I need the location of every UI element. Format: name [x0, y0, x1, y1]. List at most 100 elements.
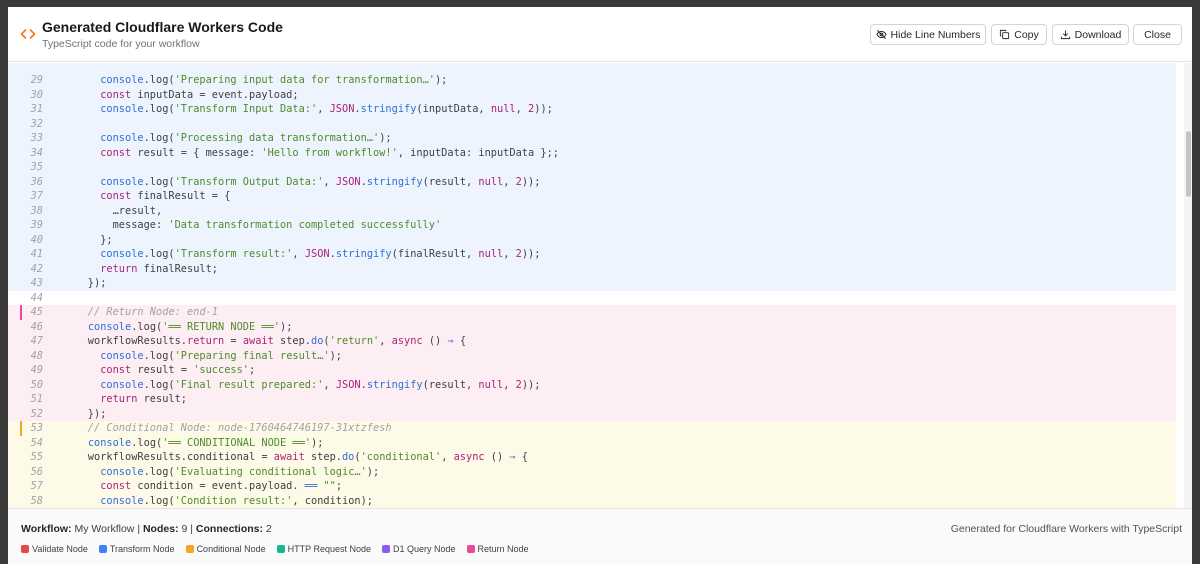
code-line: 29 console.log('Preparing input data for…: [8, 73, 1176, 88]
modal-header: Generated Cloudflare Workers Code TypeSc…: [8, 7, 1192, 62]
line-number: 46: [30, 320, 43, 333]
hide-line-numbers-label: Hide Line Numbers: [890, 28, 981, 41]
code-line: 33 console.log('Processing data transfor…: [8, 131, 1176, 146]
code-text: message: 'Data transformation completed …: [63, 219, 442, 231]
code-line: 40 };: [8, 232, 1176, 247]
legend-item: D1 Query Node: [381, 544, 456, 554]
line-number: 47: [30, 335, 43, 347]
code-line: 32: [8, 116, 1176, 131]
code-text: const inputData = event.payload;: [100, 88, 299, 101]
code-text: return finalResult;: [100, 262, 218, 275]
legend-label: Validate Node: [32, 544, 88, 554]
nodes-label: Nodes:: [142, 523, 179, 535]
line-number: 30: [30, 88, 43, 101]
code-line: 39 message: 'Data transformation complet…: [8, 218, 1176, 233]
code-text: console.log('Preparing final result…');: [100, 349, 342, 362]
backdrop-top: [0, 0, 1200, 7]
legend-swatch: [276, 545, 285, 553]
code-line: 44: [8, 291, 1176, 306]
modal-subtitle: TypeScript code for your workflow: [42, 38, 200, 50]
nodes-count: 9: [181, 523, 188, 535]
code-text: const result = 'success';: [100, 364, 256, 376]
stats-separator: |: [137, 523, 141, 535]
connections-count: 2: [265, 523, 272, 535]
code-text: workflowResults.return = await step.do('…: [63, 335, 467, 347]
code-line: 49 const result = 'success';: [8, 363, 1176, 378]
line-number: 58: [30, 494, 43, 507]
code-line: 46 console.log('══ RETURN NODE ══');: [8, 319, 1176, 334]
code-text: …result,: [63, 204, 163, 217]
legend-label: Conditional Node: [196, 544, 266, 554]
line-number: 35: [30, 161, 43, 173]
code-line: 51 return result;: [8, 392, 1176, 407]
scrollbar-track[interactable]: [1184, 63, 1192, 508]
code-line: 41 console.log('Transform result:', JSON…: [8, 247, 1176, 262]
line-number: 42: [30, 262, 43, 275]
code-icon: [20, 29, 36, 39]
line-number: 43: [30, 277, 43, 289]
code-line: 48 console.log('Preparing final result…'…: [8, 348, 1176, 363]
scrollbar-thumb[interactable]: [1186, 131, 1191, 197]
line-number: 41: [30, 248, 43, 260]
generated-note: Generated for Cloudflare Workers with Ty…: [950, 523, 1182, 535]
modal-footer: Workflow: My Workflow | Nodes: 9 | Conne…: [8, 508, 1192, 564]
code-text: // Return Node: end-1: [63, 306, 218, 318]
code-line: 43 });: [8, 276, 1176, 291]
code-text: });: [63, 407, 107, 420]
line-number: 31: [30, 103, 43, 115]
workflow-label: Workflow:: [21, 523, 72, 535]
code-line: 34 const result = { message: 'Hello from…: [8, 145, 1176, 160]
download-button[interactable]: Download: [1052, 24, 1129, 45]
stats-separator: |: [190, 523, 193, 535]
legend-swatch: [98, 545, 107, 553]
code-text: return result;: [100, 393, 188, 405]
line-number: 45: [30, 306, 43, 318]
line-number: 32: [30, 117, 43, 130]
code-line: 54 console.log('══ CONDITIONAL NODE ══')…: [8, 435, 1176, 450]
line-number: 38: [30, 204, 43, 217]
line-number: 34: [30, 146, 43, 159]
code-line: 45 // Return Node: end-1: [8, 305, 1176, 320]
legend-label: Transform Node: [109, 544, 175, 554]
legend-item: Transform Node: [98, 544, 175, 554]
line-number: 36: [30, 175, 43, 188]
code-line: 53 // Conditional Node: node-17604647461…: [8, 421, 1176, 436]
code-line: 50 console.log('Final result prepared:',…: [8, 377, 1176, 392]
code-line: 31 console.log('Transform Input Data:', …: [8, 102, 1176, 117]
code-modal: Generated Cloudflare Workers Code TypeSc…: [8, 7, 1192, 564]
code-text: const condition = event.payload. ══ "";: [100, 480, 343, 492]
code-text: const result = { message: 'Hello from wo…: [100, 146, 559, 159]
workflow-stats: Workflow: My Workflow | Nodes: 9 | Conne…: [21, 523, 272, 535]
code-line: 55 workflowResults.conditional = await s…: [8, 450, 1176, 465]
line-number: 56: [30, 465, 43, 478]
line-number: 50: [30, 378, 43, 391]
line-number: 54: [30, 436, 43, 449]
code-line: 47 workflowResults.return = await step.d…: [8, 334, 1176, 349]
code-text: console.log('Processing data transformat…: [100, 132, 392, 144]
line-number: 52: [30, 407, 43, 420]
code-text: const finalResult = {: [100, 190, 231, 202]
copy-button[interactable]: Copy: [991, 24, 1047, 45]
legend-swatch: [185, 545, 194, 553]
code-text: // Conditional Node: node-1760464746197-…: [63, 422, 392, 434]
legend-item: HTTP Request Node: [276, 544, 371, 554]
screen: Generated Cloudflare Workers Code TypeSc…: [0, 0, 1200, 564]
close-label: Close: [1144, 28, 1171, 41]
line-number: 49: [30, 364, 43, 376]
hide-line-numbers-button[interactable]: Hide Line Numbers: [870, 24, 986, 45]
workflow-name: My Workflow: [74, 523, 135, 535]
backdrop-right: [1192, 0, 1200, 564]
line-number: 57: [30, 480, 43, 492]
close-button[interactable]: Close: [1133, 24, 1182, 45]
code-view[interactable]: 29 console.log('Preparing input data for…: [8, 63, 1192, 508]
code-line: 38 …result,: [8, 203, 1176, 218]
code-text: console.log('Final result prepared:', JS…: [100, 378, 541, 391]
connections-label: Connections:: [195, 523, 263, 535]
line-number: 44: [30, 291, 43, 304]
code-line: 37 const finalResult = {: [8, 189, 1176, 204]
copy-label: Copy: [1014, 28, 1039, 41]
section-marker: [20, 305, 22, 320]
download-icon: [1060, 30, 1070, 40]
legend-item: Validate Node: [21, 544, 88, 554]
legend-item: Return Node: [466, 544, 529, 554]
